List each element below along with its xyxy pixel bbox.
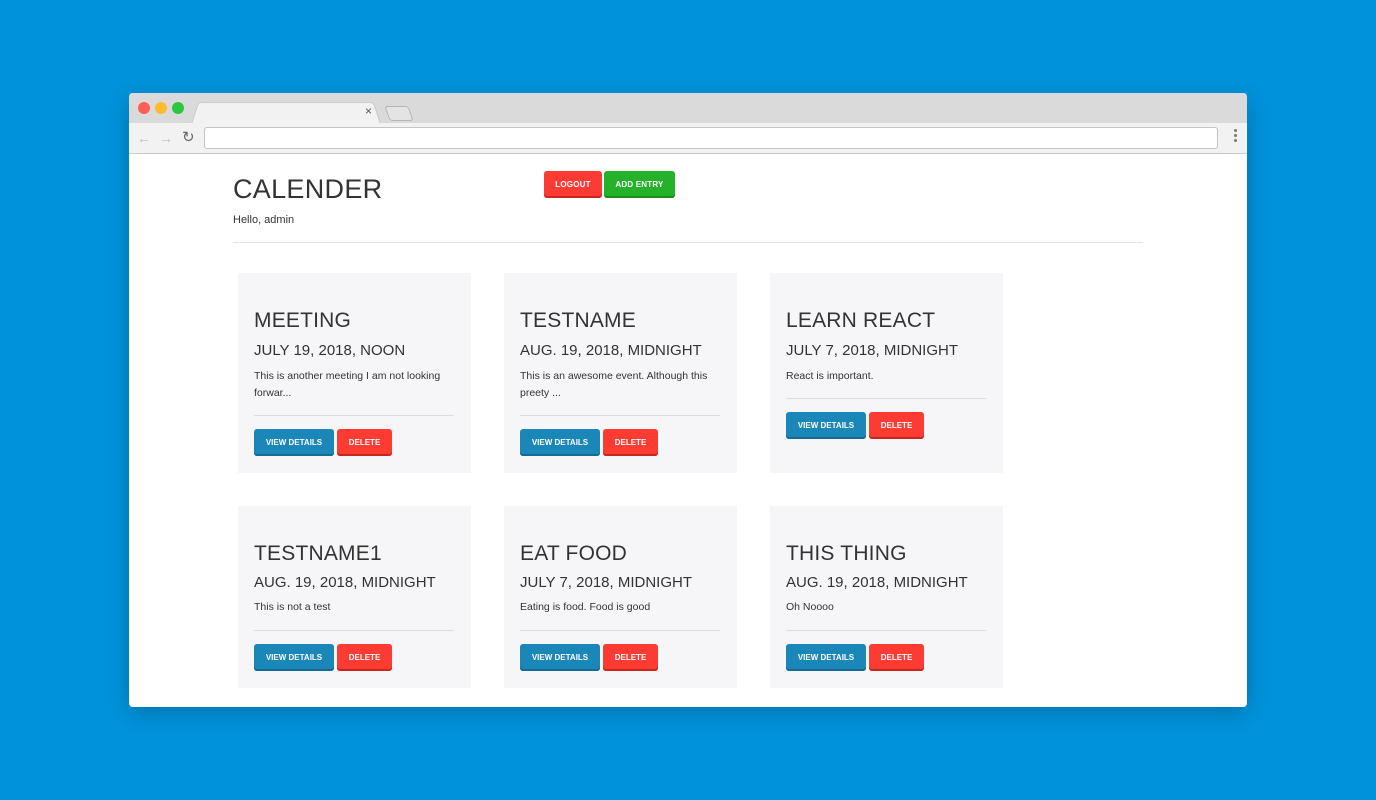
event-card: LEARN REACT JULY 7, 2018, MIDNIGHT React… <box>770 273 1003 473</box>
event-title: THIS THING <box>786 542 907 565</box>
delete-button[interactable]: DELETE <box>869 644 924 671</box>
event-date: AUG. 19, 2018, MIDNIGHT <box>254 574 436 591</box>
event-title: EAT FOOD <box>520 542 627 565</box>
event-card: EAT FOOD JULY 7, 2018, MIDNIGHT Eating i… <box>504 506 737 688</box>
browser-menu-icon[interactable] <box>1234 129 1238 144</box>
page-header: CALENDER Hello, admin LOGOUT ADD ENTRY <box>233 154 1143 243</box>
view-details-button[interactable]: VIEW DETAILS <box>254 644 334 671</box>
event-title: TESTNAME <box>520 309 636 332</box>
view-details-button[interactable]: VIEW DETAILS <box>786 644 866 671</box>
browser-window: × ← → ↻ CALENDER Hello, admin LOGOUT ADD… <box>129 93 1247 707</box>
forward-arrow-icon[interactable]: → <box>159 129 173 147</box>
maximize-window-icon[interactable] <box>172 102 184 114</box>
address-bar[interactable] <box>204 127 1218 149</box>
new-tab-button[interactable] <box>384 106 414 121</box>
event-description: Oh Noooo <box>786 601 834 613</box>
event-card: TESTNAME AUG. 19, 2018, MIDNIGHT This is… <box>504 273 737 473</box>
view-details-button[interactable]: VIEW DETAILS <box>786 412 866 439</box>
close-window-icon[interactable] <box>138 102 150 114</box>
event-card: THIS THING AUG. 19, 2018, MIDNIGHT Oh No… <box>770 506 1003 688</box>
event-description: This is not a test <box>254 601 331 613</box>
event-description: This is another meeting I am not looking… <box>254 370 441 399</box>
browser-toolbar: ← → ↻ <box>129 123 1247 154</box>
reload-icon[interactable]: ↻ <box>182 129 195 147</box>
card-divider <box>520 630 720 631</box>
event-description: This is an awesome event. Although this … <box>520 370 708 399</box>
delete-button[interactable]: DELETE <box>603 644 658 671</box>
browser-titlebar: × <box>129 93 1247 124</box>
page-title: CALENDER <box>233 174 383 204</box>
card-divider <box>254 415 454 416</box>
delete-button[interactable]: DELETE <box>337 429 392 456</box>
delete-button[interactable]: DELETE <box>337 644 392 671</box>
logout-button[interactable]: LOGOUT <box>544 171 602 198</box>
page-content: CALENDER Hello, admin LOGOUT ADD ENTRY M… <box>129 154 1247 707</box>
browser-tab[interactable] <box>191 102 381 124</box>
event-date: AUG. 19, 2018, MIDNIGHT <box>520 342 702 359</box>
event-description: Eating is food. Food is good <box>520 601 651 613</box>
card-divider <box>786 630 986 631</box>
greeting-text: Hello, admin <box>233 214 295 226</box>
card-divider <box>254 630 454 631</box>
card-divider <box>786 398 986 399</box>
view-details-button[interactable]: VIEW DETAILS <box>520 644 600 671</box>
event-date: JULY 19, 2018, NOON <box>254 342 406 359</box>
event-date: JULY 7, 2018, MIDNIGHT <box>786 342 959 359</box>
event-title: LEARN REACT <box>786 309 936 332</box>
event-title: MEETING <box>254 309 352 332</box>
view-details-button[interactable]: VIEW DETAILS <box>520 429 600 456</box>
event-date: AUG. 19, 2018, MIDNIGHT <box>786 574 968 591</box>
delete-button[interactable]: DELETE <box>603 429 658 456</box>
card-divider <box>520 415 720 416</box>
add-entry-button[interactable]: ADD ENTRY <box>604 171 675 198</box>
event-title: TESTNAME1 <box>254 542 382 565</box>
back-arrow-icon[interactable]: ← <box>137 129 151 147</box>
event-description: React is important. <box>786 370 874 382</box>
tab-close-icon[interactable]: × <box>365 103 372 119</box>
minimize-window-icon[interactable] <box>155 102 167 114</box>
event-date: JULY 7, 2018, MIDNIGHT <box>520 574 693 591</box>
delete-button[interactable]: DELETE <box>869 412 924 439</box>
event-card: TESTNAME1 AUG. 19, 2018, MIDNIGHT This i… <box>238 506 471 688</box>
view-details-button[interactable]: VIEW DETAILS <box>254 429 334 456</box>
event-card: MEETING JULY 19, 2018, NOON This is anot… <box>238 273 471 473</box>
